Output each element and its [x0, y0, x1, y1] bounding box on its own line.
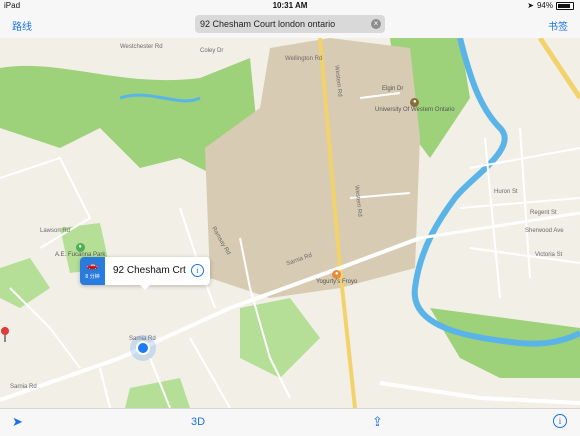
university-icon: ● [410, 98, 420, 107]
street-label: Regent St [530, 210, 557, 216]
street-label: Coley Dr [200, 48, 224, 54]
street-label: Westchester Rd [120, 44, 163, 50]
street-label: Victoria St [535, 252, 563, 258]
search-field-container: × [195, 15, 385, 33]
eta-label: 8 分钟 [85, 274, 100, 280]
search-input[interactable] [195, 15, 370, 33]
navigation-bar: 路线 × 书签 [0, 10, 580, 39]
street-label: Wellington Rd [285, 56, 323, 62]
tree-icon: ● [75, 243, 85, 252]
street-label: Lawson Rd [40, 228, 71, 234]
pin-icon[interactable] [0, 326, 10, 342]
bookmarks-button[interactable]: 书签 [548, 18, 568, 33]
university-poi[interactable]: ● University Of Western Ontario [375, 98, 455, 113]
food-icon: ● [332, 270, 342, 279]
park-poi[interactable]: ● A.E. Fucanna Park [55, 243, 105, 258]
callout-title: 92 Chesham Crt [113, 265, 186, 276]
info-icon[interactable]: i [553, 414, 567, 428]
map-view[interactable]: Westchester Rd Coley Dr Wellington Rd We… [0, 38, 580, 408]
3d-button[interactable]: 3D [191, 416, 205, 428]
location-arrow-icon[interactable]: ➤ [12, 414, 23, 430]
map-canvas [0, 38, 580, 408]
clock: 10:31 AM [272, 1, 308, 10]
street-label: Huron St [494, 189, 518, 195]
clear-icon[interactable]: × [371, 19, 381, 29]
bottom-toolbar: ➤ 3D ⇪ i [0, 408, 580, 436]
battery-percent: 94% [536, 1, 553, 10]
car-icon: 🚗 [86, 260, 99, 270]
info-icon[interactable]: i [191, 264, 204, 277]
university-label: University Of Western Ontario [375, 107, 455, 113]
elgin-label: Elgin Dr [382, 86, 404, 92]
user-location-dot [136, 341, 150, 355]
yogurty-label: Yogurty's Froyo [316, 279, 358, 285]
status-bar: iPad 10:31 AM ➤ 94% [0, 0, 580, 10]
drive-button[interactable]: 🚗 8 分钟 [80, 257, 105, 285]
share-icon[interactable]: ⇪ [372, 414, 383, 430]
directions-button[interactable]: 路线 [12, 18, 32, 33]
yogurty-poi[interactable]: ● Yogurty's Froyo [316, 270, 357, 285]
street-label: Sherwood Ave [525, 228, 564, 234]
battery-indicator: ➤ 94% [527, 1, 574, 10]
place-callout[interactable]: 🚗 8 分钟 92 Chesham Crt i [80, 257, 210, 290]
street-label: Sarnia Rd [10, 384, 37, 390]
battery-icon [556, 1, 574, 10]
location-status-icon: ➤ [527, 1, 534, 10]
